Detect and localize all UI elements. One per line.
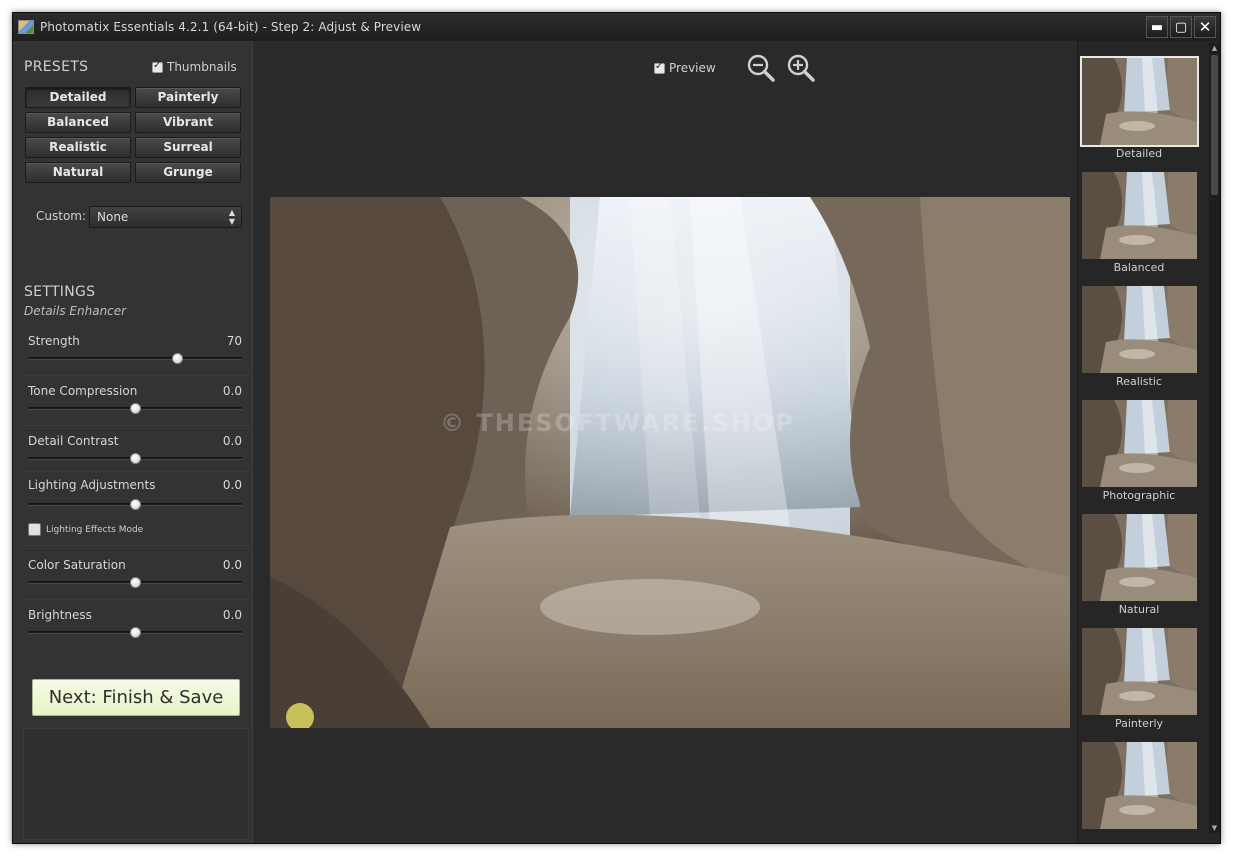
thumbnail-balanced[interactable] [1082, 172, 1197, 259]
hdr-preview-image[interactable]: © THESOFTWARE.SHOP [270, 197, 1070, 728]
color-saturation-value: 0.0 [222, 558, 242, 572]
lighting-effects-mode-toggle[interactable]: Lighting Effects Mode [28, 523, 143, 536]
strength-label: Strength [28, 334, 80, 348]
divider [24, 375, 250, 376]
divider [24, 545, 250, 546]
brightness-label: Brightness [28, 608, 92, 622]
preset-button-natural[interactable]: Natural [25, 162, 131, 183]
left-panel: PRESETS Thumbnails Detailed Painterly Ba… [13, 41, 253, 843]
lighting-adjustments-label: Lighting Adjustments [28, 478, 156, 492]
next-finish-save-button[interactable]: Next: Finish & Save [32, 679, 240, 716]
checkbox-icon [28, 523, 41, 536]
watermark-text: © THESOFTWARE.SHOP [440, 409, 795, 437]
window-title: Photomatix Essentials 4.2.1 (64-bit) - S… [40, 20, 422, 34]
divider [24, 471, 250, 472]
maximize-button[interactable]: ▢ [1170, 16, 1192, 38]
preview-label: Preview [669, 61, 716, 75]
app-icon [18, 20, 34, 34]
thumbnail-panel: Detailed Balanced Realistic Photographic… [1077, 41, 1220, 843]
title-bar: Photomatix Essentials 4.2.1 (64-bit) - S… [13, 13, 1220, 41]
preset-button-balanced[interactable]: Balanced [25, 112, 131, 133]
preset-button-grunge[interactable]: Grunge [135, 162, 241, 183]
divider [24, 425, 250, 426]
lighting-adjustments-value: 0.0 [222, 478, 242, 492]
preset-button-surreal[interactable]: Surreal [135, 137, 241, 158]
thumbnails-toggle[interactable]: Thumbnails [152, 60, 237, 74]
preset-button-painterly[interactable]: Painterly [135, 87, 241, 108]
strength-value: 70 [226, 334, 242, 348]
tone-compression-slider[interactable] [28, 403, 242, 414]
preset-button-vibrant[interactable]: Vibrant [135, 112, 241, 133]
tone-compression-label: Tone Compression [28, 384, 138, 398]
preview-area: Preview [254, 41, 1077, 843]
strength-slider-thumb[interactable] [172, 353, 184, 364]
checkbox-icon [654, 61, 665, 74]
detail-contrast-slider[interactable] [28, 453, 242, 464]
thumbnail-label: Natural [1118, 603, 1160, 616]
app-window: Photomatix Essentials 4.2.1 (64-bit) - S… [12, 12, 1221, 844]
divider [24, 599, 250, 600]
preview-toggle[interactable]: Preview [654, 61, 716, 75]
chevron-updown-icon: ▲ ▼ [228, 208, 235, 226]
color-saturation-slider-thumb[interactable] [129, 577, 141, 588]
detail-contrast-slider-thumb[interactable] [129, 453, 141, 464]
settings-title: SETTINGS [24, 284, 96, 300]
zoom-in-icon[interactable] [786, 53, 816, 83]
thumbnails-label: Thumbnails [167, 60, 237, 74]
presets-title: PRESETS [24, 59, 89, 75]
brightness-slider[interactable] [28, 627, 242, 638]
minimize-icon: ▬ [1150, 19, 1164, 35]
zoom-out-icon[interactable] [746, 53, 776, 83]
scrollbar[interactable]: ▲ ▼ [1209, 43, 1220, 833]
close-button[interactable]: ✕ [1194, 16, 1216, 38]
thumbnail-realistic[interactable] [1082, 286, 1197, 373]
scroll-down-arrow[interactable]: ▼ [1209, 823, 1220, 833]
thumbnail-label: Balanced [1113, 261, 1165, 274]
scrollbar-thumb[interactable] [1211, 55, 1218, 195]
maximize-icon: ▢ [1174, 19, 1188, 35]
checkbox-icon [152, 60, 163, 73]
thumbnail-more[interactable] [1082, 742, 1197, 829]
custom-select[interactable]: None ▲ ▼ [89, 206, 242, 228]
thumbnail-label: Detailed [1115, 147, 1163, 160]
info-box [23, 728, 249, 840]
thumbnail-photographic[interactable] [1082, 400, 1197, 487]
detail-contrast-label: Detail Contrast [28, 434, 119, 448]
tone-compression-slider-thumb[interactable] [129, 403, 141, 414]
scroll-up-arrow[interactable]: ▲ [1209, 43, 1220, 53]
lighting-effects-mode-label: Lighting Effects Mode [46, 524, 144, 535]
close-icon: ✕ [1198, 18, 1212, 36]
settings-subtitle: Details Enhancer [24, 304, 127, 318]
thumbnail-painterly[interactable] [1082, 628, 1197, 715]
thumbnail-detailed[interactable] [1080, 56, 1199, 147]
lighting-adjustments-slider[interactable] [28, 499, 242, 510]
custom-select-value: None [97, 210, 129, 224]
color-saturation-label: Color Saturation [28, 558, 126, 572]
preset-button-realistic[interactable]: Realistic [25, 137, 131, 158]
brightness-slider-thumb[interactable] [129, 627, 141, 638]
brightness-value: 0.0 [222, 608, 242, 622]
thumbnail-label: Realistic [1116, 375, 1162, 388]
minimize-button[interactable]: ▬ [1146, 16, 1168, 38]
tone-compression-value: 0.0 [222, 384, 242, 398]
thumbnail-label: Painterly [1114, 717, 1164, 730]
color-saturation-slider[interactable] [28, 577, 242, 588]
preset-button-detailed[interactable]: Detailed [25, 87, 131, 108]
thumbnail-natural[interactable] [1082, 514, 1197, 601]
waterfall-cave-photo [270, 197, 1070, 728]
detail-contrast-value: 0.0 [222, 434, 242, 448]
lighting-adjustments-slider-thumb[interactable] [129, 499, 141, 510]
thumbnail-label: Photographic [1102, 489, 1176, 502]
window-controls: ▬ ▢ ✕ [1146, 16, 1216, 38]
strength-slider[interactable] [28, 353, 242, 364]
custom-label: Custom: [36, 209, 87, 223]
